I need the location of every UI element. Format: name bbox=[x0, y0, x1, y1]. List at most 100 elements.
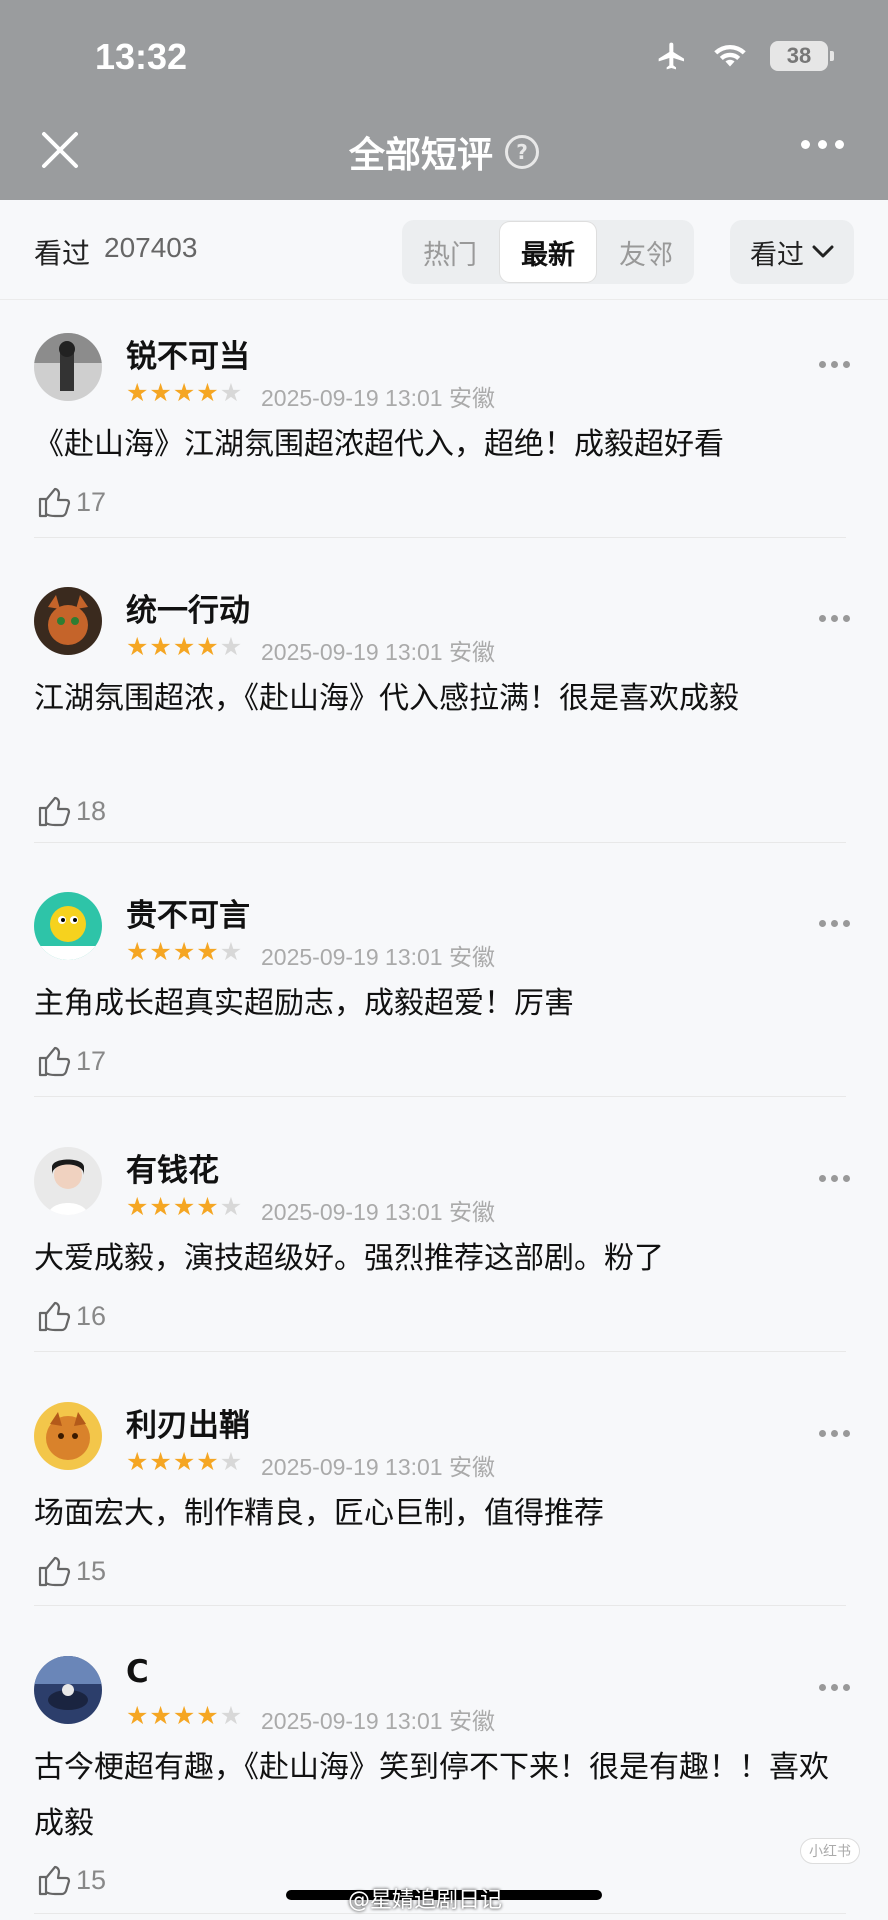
like-button[interactable]: 17 bbox=[36, 1043, 106, 1079]
avatar[interactable] bbox=[34, 333, 102, 401]
tab-hot[interactable]: 热门 bbox=[402, 220, 498, 284]
wifi-icon bbox=[714, 44, 746, 67]
seen-count: 207403 bbox=[104, 232, 198, 263]
star-icon: ★ bbox=[172, 937, 196, 966]
thumbs-up-icon bbox=[38, 1046, 71, 1077]
sort-tabs: 热门 最新 友邻 bbox=[402, 220, 694, 284]
star-icon: ★ bbox=[126, 378, 149, 407]
username[interactable]: 利刃出鞘 bbox=[126, 1400, 250, 1445]
star-icon: ★ bbox=[196, 1447, 219, 1476]
star-icon: ★ bbox=[196, 378, 219, 407]
star-icon: ★ bbox=[172, 1701, 196, 1730]
seen-label: 看过 bbox=[34, 237, 91, 270]
seen-dropdown[interactable]: 看过 bbox=[730, 220, 854, 284]
star-icon: ★ bbox=[149, 1701, 172, 1730]
star-icon: ★ bbox=[196, 632, 219, 661]
review-meta: 2025-09-19 13:01 安徽 bbox=[261, 1702, 495, 1736]
review-date: 2025-09-19 13:01 bbox=[261, 1454, 443, 1480]
like-button[interactable]: 15 bbox=[36, 1553, 106, 1589]
divider bbox=[34, 842, 846, 843]
username[interactable]: 有钱花 bbox=[126, 1145, 219, 1190]
like-button[interactable]: 17 bbox=[36, 484, 106, 520]
list-item: 贵不可言 ★ ★ ★ ★ ★ 2025-09-19 13:01 安徽 主角成长超真实超励… bbox=[0, 876, 888, 1116]
star-icon: ★ bbox=[196, 1192, 219, 1221]
tab-friends[interactable]: 友邻 bbox=[598, 220, 694, 284]
like-count: 17 bbox=[76, 486, 107, 517]
username[interactable]: C bbox=[126, 1654, 149, 1690]
more-icon[interactable] bbox=[819, 1684, 850, 1691]
star-icon: ★ bbox=[219, 1447, 243, 1476]
review-location: 安徽 bbox=[449, 945, 495, 971]
more-icon[interactable] bbox=[819, 1175, 850, 1182]
like-button[interactable]: 16 bbox=[36, 1298, 106, 1334]
tab-latest[interactable]: 最新 bbox=[500, 222, 596, 282]
star-icon: ★ bbox=[219, 632, 243, 661]
star-icon: ★ bbox=[149, 378, 172, 407]
star-icon: ★ bbox=[126, 1192, 149, 1221]
review-meta: 2025-09-19 13:01 安徽 bbox=[261, 633, 495, 667]
review-content: 古今梗超有趣，《赴山海》笑到停不下来！很是有趣！！喜欢成毅 bbox=[34, 1750, 829, 1841]
avatar[interactable] bbox=[34, 1656, 102, 1724]
star-icon: ★ bbox=[196, 937, 219, 966]
like-count: 15 bbox=[76, 1555, 107, 1586]
star-icon: ★ bbox=[172, 632, 196, 661]
username[interactable]: 统一行动 bbox=[126, 585, 250, 630]
rating-stars: ★ ★ ★ ★ ★ bbox=[126, 633, 242, 661]
thumbs-up-icon bbox=[38, 1301, 71, 1332]
more-icon[interactable] bbox=[819, 615, 850, 622]
avatar[interactable] bbox=[34, 587, 102, 655]
username[interactable]: 锐不可当 bbox=[126, 331, 250, 376]
divider bbox=[34, 537, 846, 538]
review-location: 安徽 bbox=[449, 640, 495, 666]
review-date: 2025-09-19 13:01 bbox=[261, 1708, 443, 1734]
status-time: 13:32 bbox=[95, 36, 188, 77]
star-icon: ★ bbox=[126, 1447, 149, 1476]
star-icon: ★ bbox=[126, 632, 149, 661]
more-icon[interactable] bbox=[819, 361, 850, 368]
more-icon[interactable] bbox=[801, 140, 844, 149]
chevron-down-icon bbox=[812, 245, 834, 258]
list-item: 有钱花 ★ ★ ★ ★ ★ 2025-09-19 13:01 安徽 大爱成毅，演技超级好… bbox=[0, 1131, 888, 1371]
more-icon[interactable] bbox=[819, 920, 850, 927]
review-location: 安徽 bbox=[449, 1709, 495, 1735]
avatar[interactable] bbox=[34, 892, 102, 960]
review-date: 2025-09-19 13:01 bbox=[261, 944, 443, 970]
rating-stars: ★ ★ ★ ★ ★ bbox=[126, 938, 242, 966]
star-icon: ★ bbox=[172, 1447, 196, 1476]
list-item: C ★ ★ ★ ★ ★ 2025-09-19 13:01 安徽 古今梗超有趣，《赴山海》… bbox=[0, 1640, 888, 1920]
username[interactable]: 贵不可言 bbox=[126, 890, 250, 935]
like-count: 17 bbox=[76, 1045, 107, 1076]
status-icons: 38 bbox=[654, 40, 834, 72]
like-count: 16 bbox=[76, 1300, 107, 1331]
like-button[interactable]: 15 bbox=[36, 1862, 106, 1898]
more-icon[interactable] bbox=[819, 1430, 850, 1437]
star-icon: ★ bbox=[126, 937, 149, 966]
help-icon[interactable]: ? bbox=[505, 135, 539, 169]
float-badge[interactable]: 小红书 bbox=[800, 1838, 860, 1864]
review-meta: 2025-09-19 13:01 安徽 bbox=[261, 379, 495, 413]
star-icon: ★ bbox=[172, 1192, 196, 1221]
review-meta: 2025-09-19 13:01 安徽 bbox=[261, 1448, 495, 1482]
top-bar: 13:32 38 全部短评 ? bbox=[0, 0, 888, 200]
like-button[interactable]: 18 bbox=[36, 793, 106, 829]
list-item: 统一行动 ★ ★ ★ ★ ★ 2025-09-19 13:01 安徽 江湖氛围超浓，《赴… bbox=[0, 571, 888, 871]
review-location: 安徽 bbox=[449, 1455, 495, 1481]
review-location: 安徽 bbox=[449, 386, 495, 412]
avatar[interactable] bbox=[34, 1147, 102, 1215]
review-content: 场面宏大，制作精良，匠心巨制，值得推荐 bbox=[34, 1496, 604, 1531]
star-icon: ★ bbox=[219, 1701, 243, 1730]
like-count: 15 bbox=[76, 1864, 107, 1895]
avatar[interactable] bbox=[34, 1402, 102, 1470]
review-content: 主角成长超真实超励志，成毅超爱！厉害 bbox=[34, 986, 574, 1021]
star-icon: ★ bbox=[219, 1192, 243, 1221]
review-date: 2025-09-19 13:01 bbox=[261, 385, 443, 411]
like-count: 18 bbox=[76, 795, 107, 826]
thumbs-up-icon bbox=[38, 1865, 71, 1896]
battery-icon: 38 bbox=[770, 41, 834, 71]
rating-stars: ★ ★ ★ ★ ★ bbox=[126, 1702, 242, 1730]
review-date: 2025-09-19 13:01 bbox=[261, 1199, 443, 1225]
star-icon: ★ bbox=[172, 378, 196, 407]
star-icon: ★ bbox=[219, 937, 243, 966]
seen-dropdown-label: 看过 bbox=[750, 239, 804, 271]
list-item: 利刃出鞘 ★ ★ ★ ★ ★ 2025-09-19 13:01 安徽 场面宏大，制作精良… bbox=[0, 1386, 888, 1626]
